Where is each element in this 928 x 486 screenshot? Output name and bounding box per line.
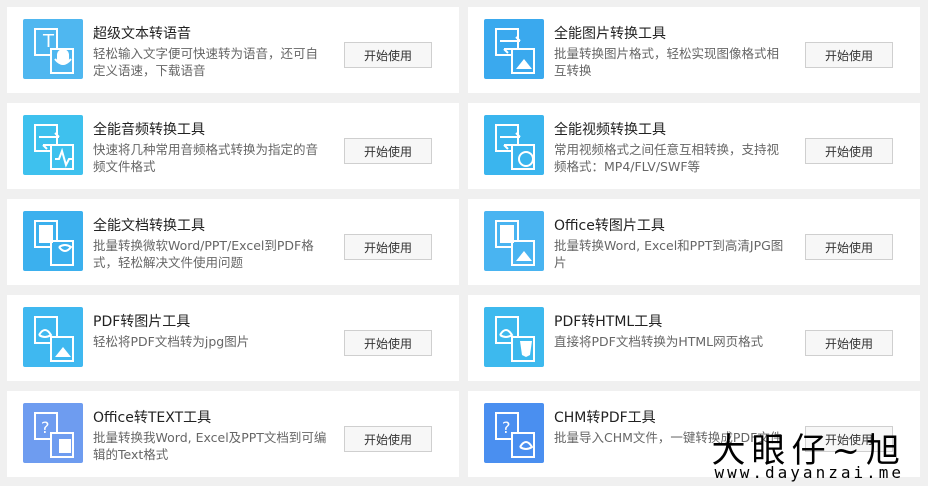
tool-description: 快速将几种常用音频格式转换为指定的音频文件格式 <box>93 142 319 174</box>
tool-card: 全能音频转换工具快速将几种常用音频格式转换为指定的音频文件格式 开始使用 <box>7 103 459 189</box>
start-use-button[interactable]: 开始使用 <box>344 42 432 68</box>
tool-description: 批量转换Word, Excel和PPT到高清JPG图片 <box>554 238 784 270</box>
tool-card: 全能图片转换工具批量转换图片格式，轻松实现图像格式相互转换 开始使用 <box>468 7 920 93</box>
tool-title: 全能视频转换工具 <box>554 122 666 138</box>
office-to-image-icon <box>484 211 544 271</box>
pdf-to-html-icon <box>484 307 544 367</box>
tool-title: PDF转图片工具 <box>93 314 191 330</box>
tool-title: 全能文档转换工具 <box>93 218 205 234</box>
chm-to-pdf-icon: ? <box>484 403 544 463</box>
pdf-to-image-icon <box>23 307 83 367</box>
office-to-text-icon: ? <box>23 403 83 463</box>
start-use-button[interactable]: 开始使用 <box>805 138 893 164</box>
tool-title: 全能图片转换工具 <box>554 26 666 42</box>
tool-card: ? Office转TEXT工具批量转换我Word, Excel及PPT文档到可编辑… <box>7 391 459 477</box>
image-convert-icon <box>484 19 544 79</box>
tool-title: 全能音频转换工具 <box>93 122 205 138</box>
svg-text:T: T <box>42 31 55 52</box>
start-use-button[interactable]: 开始使用 <box>344 234 432 260</box>
text-to-speech-icon: T <box>23 19 83 79</box>
tool-description: 轻松将PDF文档转为jpg图片 <box>93 334 250 349</box>
start-use-button[interactable]: 开始使用 <box>344 138 432 164</box>
tool-title: Office转TEXT工具 <box>93 410 212 426</box>
document-convert-icon <box>23 211 83 271</box>
tool-description: 批量转换微软Word/PPT/Excel到PDF格式，轻松解决文件使用问题 <box>93 238 314 270</box>
tool-card: T 超级文本转语音轻松输入文字便可快速转为语音，还可自定义语速，下载语音 开始使用 <box>7 7 459 93</box>
tool-description: 轻松输入文字便可快速转为语音，还可自定义语速，下载语音 <box>93 46 319 78</box>
tool-title: Office转图片工具 <box>554 218 665 234</box>
tool-description: 直接将PDF文档转换为HTML网页格式 <box>554 334 764 349</box>
tool-title: PDF转HTML工具 <box>554 314 663 330</box>
tool-card: 全能视频转换工具常用视频格式之间任意互相转换，支持视频格式：MP4/FLV/SW… <box>468 103 920 189</box>
tool-description: 常用视频格式之间任意互相转换，支持视频格式：MP4/FLV/SWF等 <box>554 142 780 174</box>
tool-card: PDF转HTML工具直接将PDF文档转换为HTML网页格式 开始使用 <box>468 295 920 381</box>
audio-convert-icon <box>23 115 83 175</box>
tool-card: Office转图片工具批量转换Word, Excel和PPT到高清JPG图片 开始… <box>468 199 920 285</box>
start-use-button[interactable]: 开始使用 <box>344 426 432 452</box>
watermark-url: www.dayanzai.me <box>714 463 904 482</box>
svg-text:?: ? <box>502 418 511 437</box>
tool-description: 批量转换我Word, Excel及PPT文档到可编辑的Text格式 <box>93 430 327 462</box>
start-use-button[interactable]: 开始使用 <box>805 330 893 356</box>
start-use-button[interactable]: 开始使用 <box>805 42 893 68</box>
tool-title: CHM转PDF工具 <box>554 410 656 426</box>
start-use-button[interactable]: 开始使用 <box>344 330 432 356</box>
start-use-button[interactable]: 开始使用 <box>805 234 893 260</box>
svg-text:?: ? <box>41 418 50 437</box>
tool-card: PDF转图片工具轻松将PDF文档转为jpg图片 开始使用 <box>7 295 459 381</box>
video-convert-icon <box>484 115 544 175</box>
tool-card: 全能文档转换工具批量转换微软Word/PPT/Excel到PDF格式，轻松解决文… <box>7 199 459 285</box>
tool-description: 批量转换图片格式，轻松实现图像格式相互转换 <box>554 46 780 78</box>
tool-title: 超级文本转语音 <box>93 26 191 42</box>
